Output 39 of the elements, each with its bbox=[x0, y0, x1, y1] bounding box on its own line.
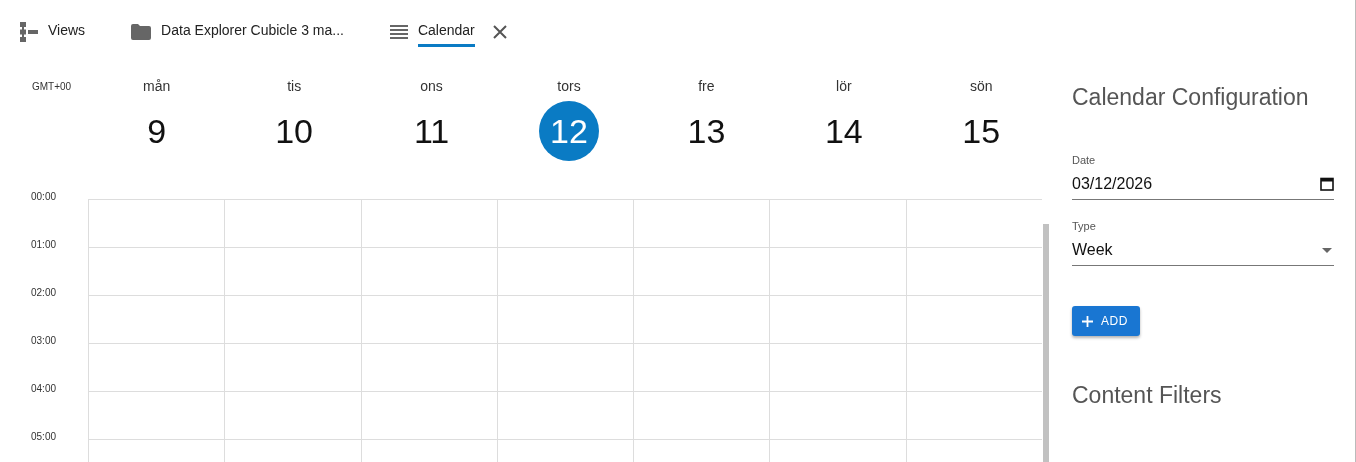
date-number[interactable]: 10 bbox=[264, 101, 325, 161]
hour-label: 04:00 bbox=[30, 383, 58, 396]
folder-icon bbox=[131, 24, 152, 40]
menu-icon bbox=[389, 25, 408, 39]
plus-icon bbox=[1082, 315, 1093, 327]
weekday-label: tors bbox=[557, 78, 581, 96]
hour-label: 00:00 bbox=[30, 191, 58, 204]
weekday-label: sön bbox=[969, 78, 993, 96]
panel-title: Calendar Configuration bbox=[1072, 83, 1310, 112]
weekday-label: fre bbox=[698, 78, 715, 96]
section-title: Content Filters bbox=[1072, 381, 1223, 410]
tree-icon bbox=[20, 22, 38, 42]
dropdown-caret-icon[interactable] bbox=[1322, 248, 1332, 253]
date-field[interactable]: 03/12/2026 bbox=[1072, 171, 1334, 200]
selected-date[interactable]: 12 bbox=[538, 101, 599, 161]
field-label: Date bbox=[1072, 154, 1097, 166]
hour-label: 05:00 bbox=[30, 431, 58, 444]
calendar-icon[interactable] bbox=[1320, 177, 1334, 191]
date-number[interactable]: 9 bbox=[126, 101, 187, 161]
hour-label: 01:00 bbox=[30, 239, 58, 252]
weekday-label: ons bbox=[420, 78, 443, 96]
hour-label: 03:00 bbox=[30, 335, 58, 348]
weekday-label: lör bbox=[836, 78, 852, 96]
weekday-label: mån bbox=[143, 78, 171, 96]
date-number[interactable]: 15 bbox=[951, 101, 1012, 161]
weekday-label: tis bbox=[287, 78, 302, 96]
scrollbar[interactable] bbox=[1043, 224, 1049, 462]
add-button[interactable]: ADD bbox=[1072, 306, 1140, 336]
hour-label: 02:00 bbox=[30, 287, 58, 300]
field-label: Type bbox=[1072, 220, 1097, 232]
date-number[interactable]: 14 bbox=[813, 101, 874, 161]
timezone-label: GMT+00 bbox=[32, 81, 72, 92]
date-number[interactable]: 11 bbox=[401, 101, 462, 161]
tab[interactable]: Views bbox=[48, 17, 86, 47]
tab[interactable]: Calendar bbox=[417, 17, 475, 47]
date-number[interactable]: 13 bbox=[676, 101, 737, 161]
tab[interactable]: Data Explorer Cubicle 3 ma... bbox=[161, 17, 344, 47]
close-button[interactable] bbox=[490, 23, 509, 41]
type-select[interactable]: Week bbox=[1072, 237, 1334, 266]
